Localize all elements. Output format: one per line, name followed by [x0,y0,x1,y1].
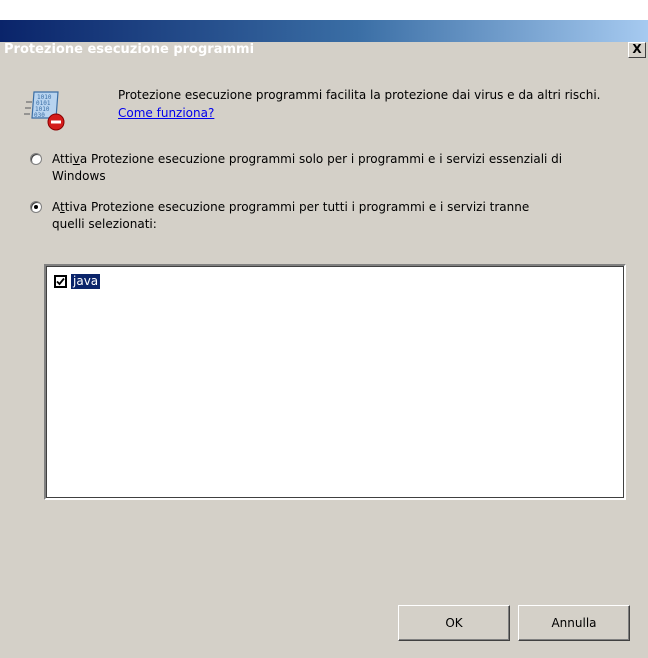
list-item-label[interactable]: java [69,273,102,290]
option-label-part: A [52,200,60,214]
exceptions-listbox[interactable]: java [44,264,626,500]
radio-all-except[interactable] [30,201,42,213]
title-bar[interactable]: Protezione esecuzione programmi X [0,20,648,58]
close-button[interactable]: X [628,42,646,58]
radio-essential-only[interactable] [30,153,42,165]
option-label-line2: Windows [52,169,106,183]
description-text: Protezione esecuzione programmi facilita… [118,86,628,122]
option-label-part: Atti [52,152,73,166]
cancel-button[interactable]: Annulla [518,605,630,641]
list-item-checkbox[interactable] [54,275,67,288]
option-label-part: tiva Protezione esecuzione programmi per… [64,200,530,214]
svg-text:030: 030 [34,112,45,119]
option-all-except-label[interactable]: Attiva Protezione esecuzione programmi p… [52,199,632,233]
window-title: Protezione esecuzione programmi [4,42,255,57]
desktop-strip [0,0,648,20]
ok-button[interactable]: OK [398,605,510,641]
checkmark-icon [56,277,65,286]
description-body: Protezione esecuzione programmi facilita… [118,88,601,102]
option-essential-only-label[interactable]: Attiva Protezione esecuzione programmi s… [52,151,632,185]
help-link[interactable]: Come funziona? [118,106,214,120]
option-label-part: a Protezione esecuzione programmi solo p… [79,152,563,166]
dep-shield-binary-icon: 1010 0101 1010 030 [24,88,72,132]
dialog-window: Protezione esecuzione programmi X 1010 0… [0,0,648,658]
option-label-line2: quelli selezionati: [52,217,157,231]
option-label-accelerator: v [72,152,80,166]
